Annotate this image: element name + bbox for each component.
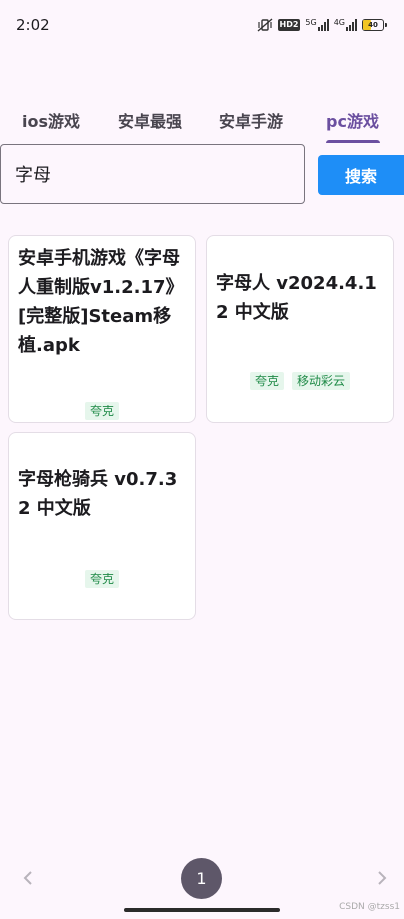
chevron-left-icon[interactable] bbox=[16, 866, 40, 890]
result-card[interactable]: 字母枪骑兵 v0.7.32 中文版 夸克 bbox=[8, 432, 196, 620]
search-input[interactable] bbox=[0, 144, 305, 204]
tab-active-indicator bbox=[326, 140, 380, 143]
tab-pc-games[interactable]: pc游戏 bbox=[326, 108, 379, 132]
search-button[interactable]: 搜索 bbox=[318, 155, 404, 195]
status-icons: HD2 5G 4G 40 bbox=[257, 17, 387, 33]
pagination: 1 bbox=[0, 858, 404, 899]
tab-ios-games[interactable]: ios游戏 bbox=[22, 108, 80, 132]
tag-quark[interactable]: 夸克 bbox=[249, 372, 284, 390]
battery-percent: 40 bbox=[368, 21, 378, 29]
home-indicator[interactable] bbox=[124, 908, 280, 912]
network-type-1: 5G bbox=[305, 18, 317, 27]
result-title: 安卓手机游戏《字母人重制版v1.2.17》[完整版]Steam移植.apk bbox=[18, 248, 184, 356]
signal-bars-icon bbox=[346, 19, 357, 31]
result-title: 字母枪骑兵 v0.7.32 中文版 bbox=[18, 469, 178, 519]
network-type-2: 4G bbox=[333, 18, 345, 27]
tag-mobile-cloud[interactable]: 移动彩云 bbox=[292, 372, 351, 390]
signal-bars-icon bbox=[317, 19, 329, 31]
tab-android-best[interactable]: 安卓最强 bbox=[118, 108, 182, 132]
result-tags: 夸克 移动彩云 bbox=[207, 372, 393, 390]
tab-android-mobile-games[interactable]: 安卓手游 bbox=[219, 108, 283, 132]
signal-1: 5G bbox=[305, 18, 329, 31]
page-button-current[interactable]: 1 bbox=[181, 858, 222, 899]
result-card[interactable]: 安卓手机游戏《字母人重制版v1.2.17》[完整版]Steam移植.apk 夸克 bbox=[8, 235, 196, 423]
watermark: CSDN @tzss1 bbox=[339, 902, 400, 912]
tag-quark[interactable]: 夸克 bbox=[84, 402, 119, 420]
tag-quark[interactable]: 夸克 bbox=[84, 570, 119, 588]
status-time: 2:02 bbox=[16, 16, 50, 34]
chevron-right-icon[interactable] bbox=[370, 866, 394, 890]
result-tags: 夸克 bbox=[9, 570, 195, 588]
category-tabs: ios游戏 安卓最强 安卓手游 pc游戏 bbox=[0, 98, 404, 144]
status-bar: 2:02 HD2 5G 4G 40 bbox=[0, 0, 404, 50]
result-tags: 夸克 bbox=[9, 402, 195, 420]
battery-icon: 40 bbox=[362, 19, 387, 31]
mute-vibrate-icon bbox=[257, 18, 272, 32]
result-card[interactable]: 字母人 v2024.4.12 中文版 夸克 移动彩云 bbox=[206, 235, 394, 423]
result-title: 字母人 v2024.4.12 中文版 bbox=[216, 273, 377, 323]
signal-2: 4G bbox=[334, 19, 357, 31]
hd-badge: HD2 bbox=[277, 19, 301, 31]
